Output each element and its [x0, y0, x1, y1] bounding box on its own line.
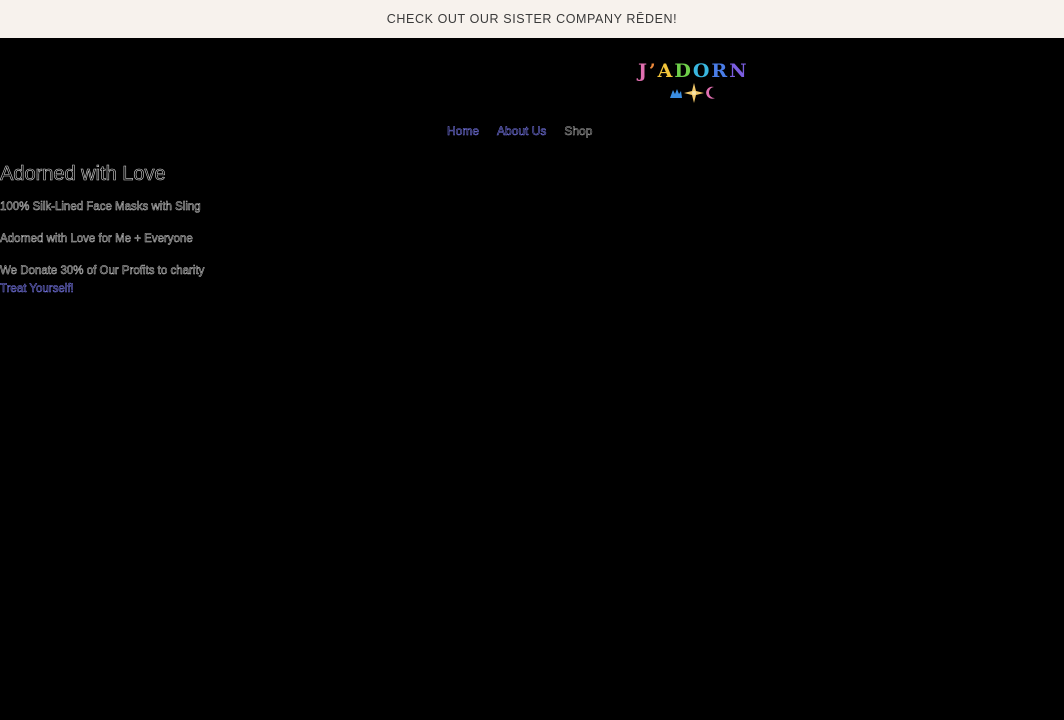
logo-letter: R — [711, 60, 730, 82]
logo-letter: N — [729, 60, 749, 82]
main-nav: Home About Us Shop — [447, 124, 593, 139]
logo-letter: J — [638, 60, 649, 82]
announcement-bar: CHECK OUT OUR SISTER COMPANY RĒDEN! — [0, 0, 1064, 38]
logo-wordmark: J’ADORN — [638, 60, 754, 82]
hero-title: Adorned with Love — [0, 163, 166, 186]
hero-line-donate: We Donate 30% of Our Profits to charity — [0, 265, 205, 278]
logo-letter: D — [674, 60, 693, 82]
star-icon — [684, 83, 704, 103]
crescent-icon — [706, 86, 715, 99]
logo-emblem — [670, 83, 715, 103]
nav-link-about-us[interactable]: About Us — [497, 124, 547, 139]
logo-letter: ’ — [649, 60, 658, 82]
announcement-link[interactable]: CHECK OUT OUR SISTER COMPANY RĒDEN! — [387, 12, 677, 26]
treat-yourself-link[interactable]: Treat Yourself! — [0, 282, 74, 296]
hero-line-silk: 100% Silk-Lined Face Masks with Sling — [0, 201, 201, 214]
nav-link-shop[interactable]: Shop — [564, 124, 593, 139]
hero-section: Adorned with Love 100% Silk-Lined Face M… — [0, 160, 400, 296]
hand-icon — [670, 89, 682, 98]
logo-letter: A — [657, 60, 675, 82]
nav-link-home[interactable]: Home — [447, 124, 480, 139]
hero-line-adorned: Adorned with Love for Me + Everyone — [0, 233, 193, 246]
site-logo[interactable]: J’ADORN — [638, 60, 754, 104]
logo-letter: O — [692, 60, 712, 82]
